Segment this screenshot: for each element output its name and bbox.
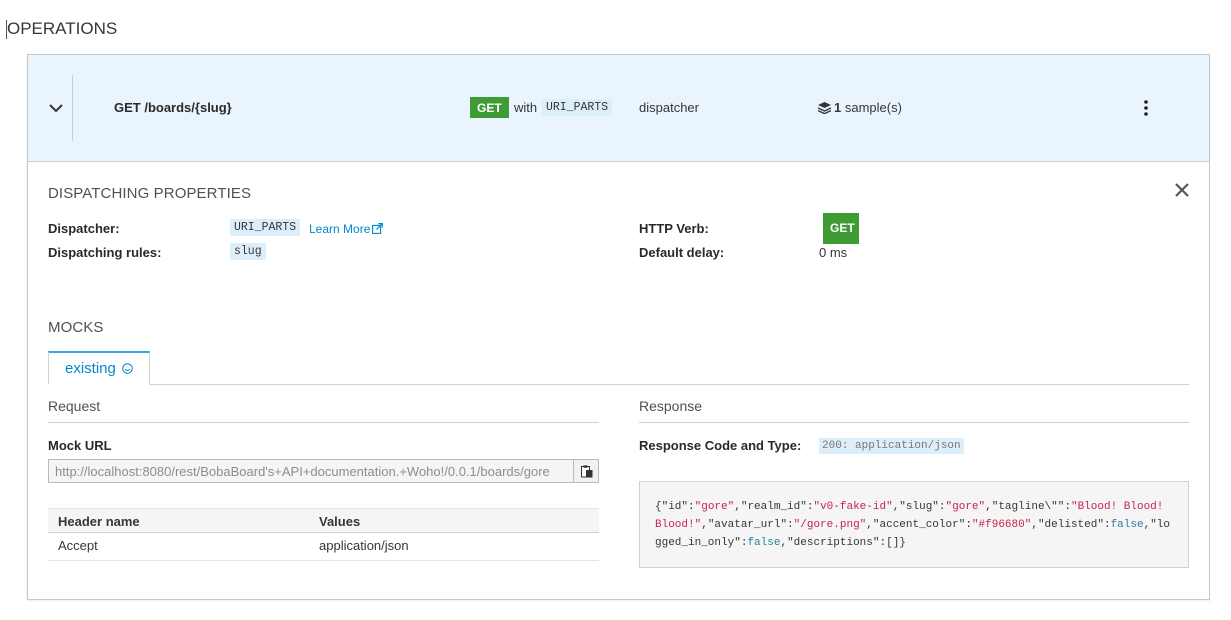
- json-token: "delisted": [1037, 519, 1104, 531]
- operation-name: GET /boards/{slug}: [114, 100, 232, 115]
- dispatching-rules-value: slug: [230, 243, 266, 260]
- default-delay-value: 0 ms: [819, 245, 848, 260]
- json-token: ,: [985, 501, 992, 513]
- request-heading: Request: [48, 398, 101, 414]
- json-token: "tagline\"": [991, 501, 1065, 513]
- dispatching-title: DISPATCHING PROPERTIES: [48, 185, 252, 202]
- with-text: with: [514, 100, 538, 115]
- chevron-down-icon[interactable]: [47, 99, 65, 117]
- learn-more-link[interactable]: Learn More: [309, 222, 384, 236]
- json-token: "v0-fake-id": [813, 501, 893, 513]
- dispatching-rules-label: Dispatching rules:: [48, 245, 162, 260]
- json-token: ,: [701, 519, 708, 531]
- json-token: }: [899, 537, 906, 549]
- http-verb-badge: GET: [823, 213, 859, 244]
- layers-icon: [817, 102, 832, 115]
- samples-label: sample(s): [844, 100, 902, 115]
- table-row: Accept application/json: [48, 533, 599, 561]
- json-token: :: [938, 501, 946, 513]
- header-value-cell: application/json: [319, 538, 409, 553]
- json-token: {: [655, 501, 662, 513]
- json-token: ,: [866, 519, 873, 531]
- json-token: "gore": [945, 501, 986, 513]
- headers-table: Header name Values Accept application/js…: [48, 508, 599, 561]
- response-body: {"id":"gore","realm_id":"v0-fake-id","sl…: [639, 481, 1189, 568]
- operations-title: OPERATIONS: [6, 19, 118, 39]
- json-token: ,: [734, 501, 741, 513]
- json-token: :: [688, 501, 695, 513]
- response-code-value: 200: application/json: [819, 438, 964, 454]
- json-token: "avatar_url": [707, 519, 788, 531]
- tab-existing-label[interactable]: existing: [65, 360, 116, 377]
- mock-url-label: Mock URL: [48, 438, 112, 453]
- copy-url-button[interactable]: [573, 459, 599, 483]
- json-token: "descriptions": [787, 537, 880, 549]
- verb-badge: GET: [470, 97, 509, 118]
- tabs-baseline: [48, 384, 1189, 385]
- json-token: :: [965, 519, 972, 531]
- values-column: Values: [319, 514, 361, 529]
- json-token: "#f96680": [971, 519, 1032, 531]
- text-cursor: [6, 20, 7, 39]
- json-token: :: [1103, 519, 1111, 531]
- close-icon[interactable]: [1174, 182, 1190, 198]
- operations-title-text: OPERATIONS: [7, 19, 118, 38]
- json-token: []: [886, 537, 900, 549]
- json-token: "gore": [694, 501, 735, 513]
- default-delay-label: Default delay:: [639, 245, 725, 260]
- samples-count: 1 sample(s): [817, 100, 902, 115]
- mock-url-field[interactable]: http://localhost:8080/rest/BobaBoard's+A…: [48, 459, 574, 483]
- dispatcher-label: Dispatcher:: [48, 221, 120, 236]
- mocks-title: MOCKS: [48, 319, 104, 336]
- operation-header[interactable]: GET /boards/{slug} GET with URI_PARTS di…: [28, 55, 1209, 162]
- json-token: false: [747, 537, 781, 549]
- response-heading: Response: [639, 398, 703, 414]
- http-verb-label: HTTP Verb:: [639, 221, 709, 236]
- header-name-cell: Accept: [58, 538, 98, 553]
- json-token: "slug": [899, 501, 939, 513]
- clipboard-icon: [581, 465, 593, 478]
- kebab-menu-icon[interactable]: [1139, 99, 1153, 117]
- operation-card: GET /boards/{slug} GET with URI_PARTS di…: [27, 54, 1210, 600]
- dispatcher-value: URI_PARTS: [230, 219, 301, 236]
- samples-number: 1: [834, 100, 842, 115]
- request-rule: [48, 422, 599, 423]
- json-token: "accent_color": [872, 519, 966, 531]
- json-token: ,: [1031, 519, 1038, 531]
- dispatcher-chip: URI_PARTS: [542, 99, 613, 116]
- learn-more-text[interactable]: Learn More: [309, 222, 370, 236]
- external-link-icon: [372, 223, 384, 234]
- response-rule: [639, 422, 1189, 423]
- header-name-column: Header name: [58, 514, 140, 529]
- header-divider: [72, 75, 73, 141]
- json-token: :: [787, 519, 794, 531]
- headers-table-head: Header name Values: [48, 508, 599, 533]
- dispatcher-suffix: dispatcher: [639, 100, 699, 115]
- tab-existing[interactable]: existing: [48, 351, 150, 385]
- json-token: "/gore.png": [793, 519, 867, 531]
- json-token: false: [1110, 519, 1144, 531]
- json-token: :: [1064, 501, 1071, 513]
- json-token: "id": [661, 501, 689, 513]
- smiley-icon: [122, 363, 133, 374]
- json-token: "realm_id": [740, 501, 807, 513]
- response-code-label: Response Code and Type:: [639, 438, 802, 453]
